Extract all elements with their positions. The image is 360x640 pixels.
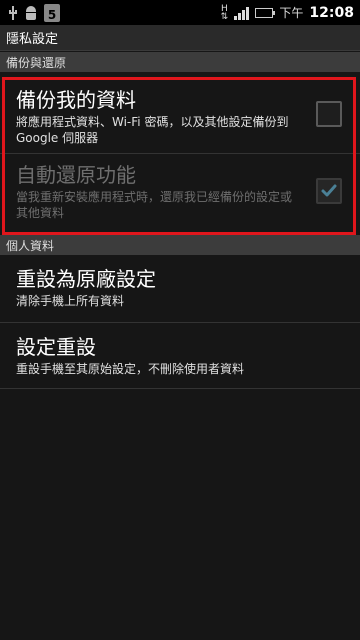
divider <box>0 322 360 323</box>
settings-reset-summary: 重設手機至其原始設定，不刪除使用者資料 <box>16 362 245 376</box>
divider <box>0 153 360 154</box>
backup-title: 備份我的資料 <box>16 88 136 112</box>
network-type-label: H <box>221 3 228 14</box>
status-bar: 5 H ⇅ 下午 12:08 <box>0 0 360 25</box>
hspa-icon: H ⇅ <box>220 3 229 22</box>
backup-summary: 將應用程式資料、Wi-Fi 密碼，以及其他設定備份到 Google 伺服器 <box>16 115 289 145</box>
calendar-icon: 5 <box>44 3 60 22</box>
battery-icon <box>255 7 276 18</box>
factory-reset-title: 重設為原廠設定 <box>16 267 156 291</box>
section-header-personal: 個人資料 <box>0 235 360 255</box>
backup-checkbox[interactable] <box>316 101 342 127</box>
settings-reset-item[interactable]: 設定重設 重設手機至其原始設定，不刪除使用者資料 <box>0 330 360 390</box>
auto-restore-checkbox[interactable] <box>316 178 342 204</box>
backup-my-data-item[interactable]: 備份我的資料 將應用程式資料、Wi-Fi 密碼，以及其他設定備份到 Google… <box>0 84 360 150</box>
factory-reset-item[interactable]: 重設為原廠設定 清除手機上所有資料 <box>0 262 360 322</box>
check-icon <box>321 184 337 197</box>
divider <box>0 388 360 389</box>
auto-restore-title: 自動還原功能 <box>16 163 136 187</box>
usb-icon <box>8 5 18 20</box>
ampm-label: 下午 <box>279 6 304 20</box>
signal-icon <box>234 6 250 20</box>
clock: 12:08 <box>309 4 354 21</box>
android-debug-icon <box>24 5 38 20</box>
settings-reset-title: 設定重設 <box>16 335 96 359</box>
factory-reset-summary: 清除手機上所有資料 <box>16 294 125 308</box>
auto-restore-summary: 當我重新安裝應用程式時，還原我已經備份的設定或其他資料 <box>16 190 293 220</box>
section-header-backup: 備份與還原 <box>0 52 360 72</box>
page-title: 隱私設定 <box>0 25 360 51</box>
auto-restore-item[interactable]: 自動還原功能 當我重新安裝應用程式時，還原我已經備份的設定或其他資料 <box>0 160 360 230</box>
